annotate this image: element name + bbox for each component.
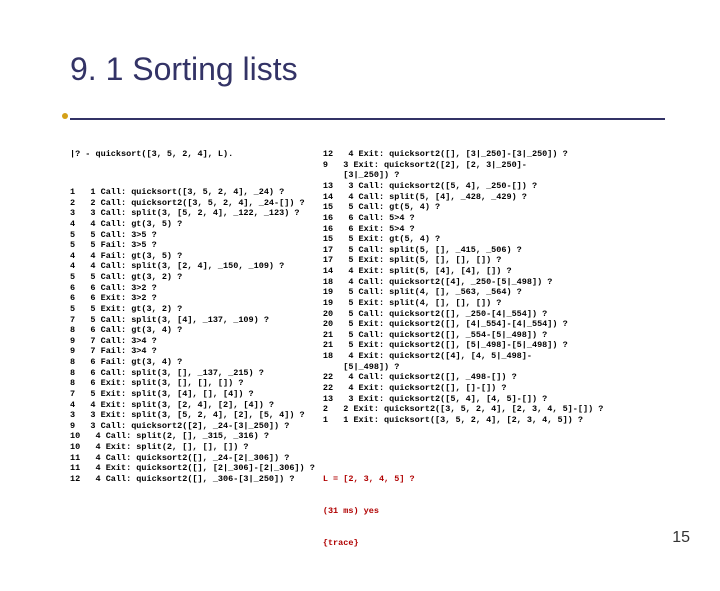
result-block: L = [2, 3, 4, 5] ? (31 ms) yes {trace} bbox=[323, 453, 690, 570]
title-underline bbox=[70, 118, 665, 120]
slide-title: 9. 1 Sorting lists bbox=[0, 21, 720, 96]
bullet-icon bbox=[62, 113, 68, 119]
trace-right-lines: 12 4 Exit: quicksort2([], [3|_250]-[3|_2… bbox=[323, 149, 690, 425]
trace-right-column: 12 4 Exit: quicksort2([], [3|_250]-[3|_2… bbox=[323, 128, 690, 591]
result-time: (31 ms) yes bbox=[323, 506, 690, 517]
result-trace: {trace} bbox=[323, 538, 690, 549]
query-line: |? - quicksort([3, 5, 2, 4], L). bbox=[70, 149, 315, 160]
result-binding: L = [2, 3, 4, 5] ? bbox=[323, 474, 690, 485]
trace-left-column: |? - quicksort([3, 5, 2, 4], L). 1 1 Cal… bbox=[70, 128, 315, 591]
page-number: 15 bbox=[672, 529, 690, 547]
trace-content: |? - quicksort([3, 5, 2, 4], L). 1 1 Cal… bbox=[0, 128, 720, 591]
trace-left-lines: 1 1 Call: quicksort([3, 5, 2, 4], _24) ?… bbox=[70, 187, 315, 485]
